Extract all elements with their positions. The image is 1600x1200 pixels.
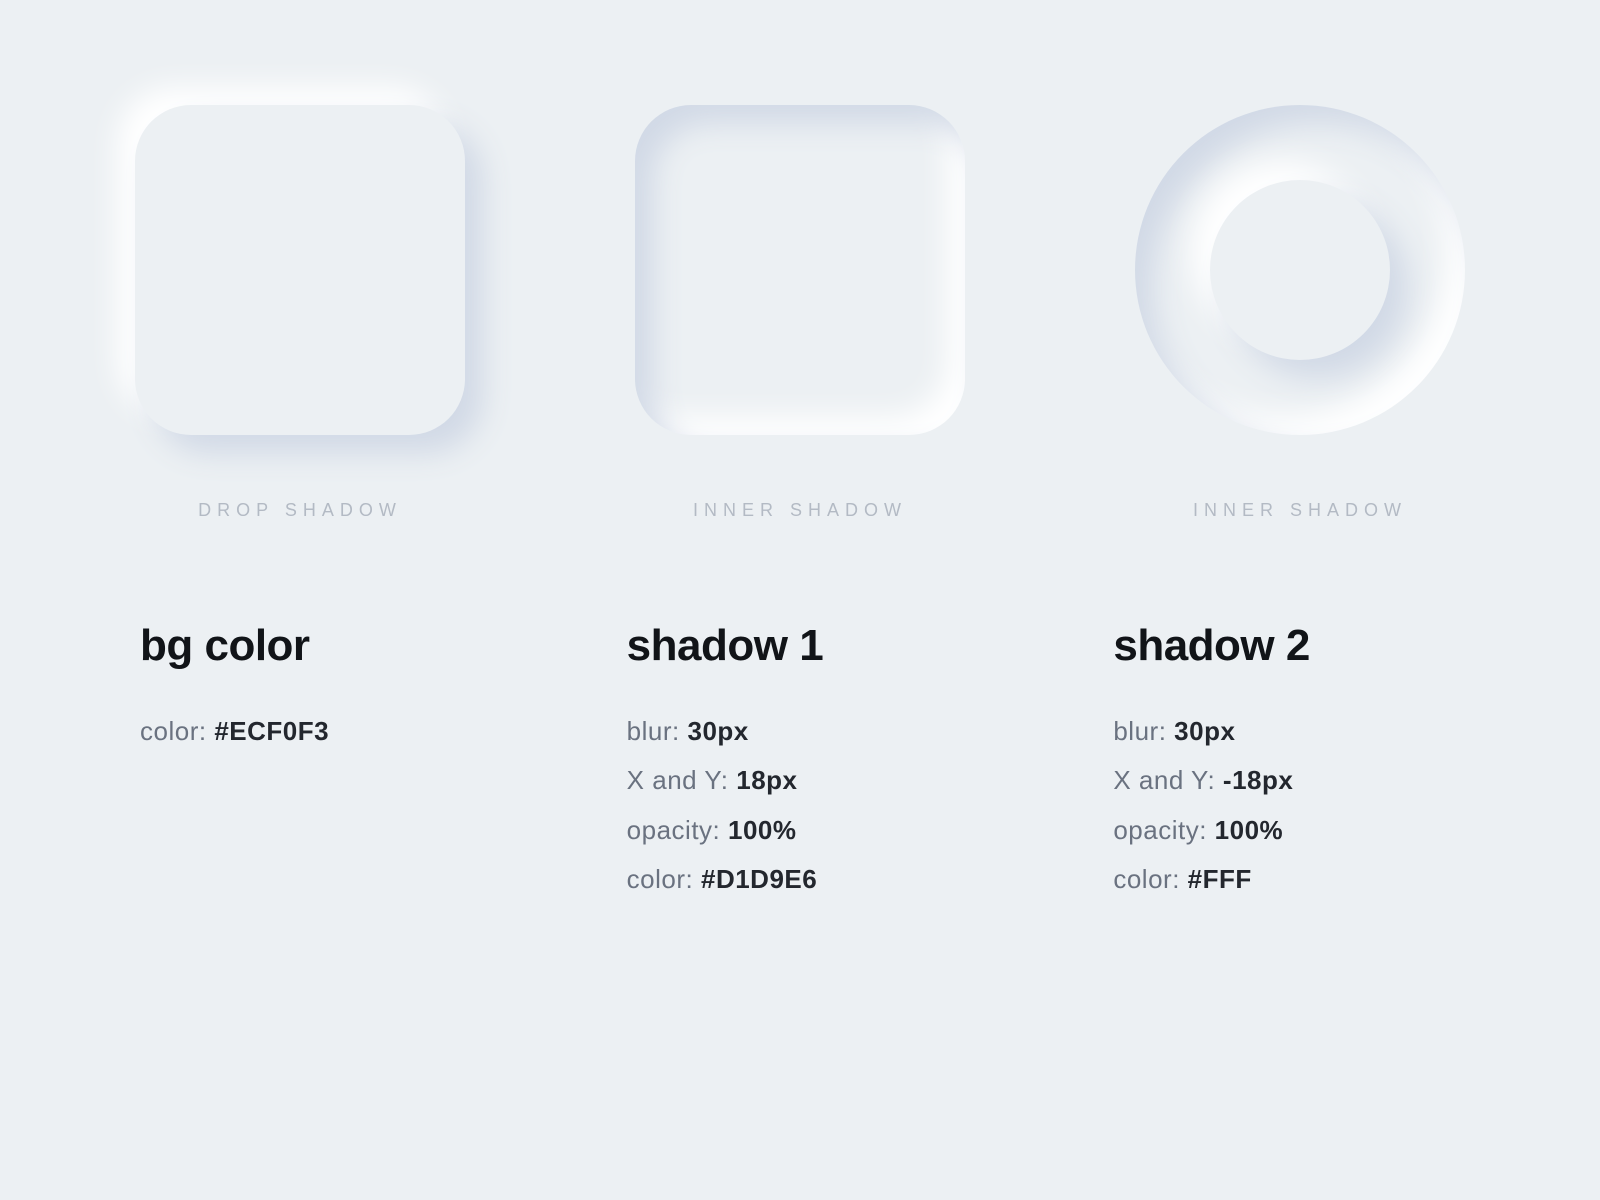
spec-s1-title: shadow 1: [627, 621, 1014, 671]
spec-label: color:: [140, 716, 214, 746]
neumorphism-spec-sheet: DROP SHADOW INNER SHADOW INNER SHADOW bg…: [0, 0, 1600, 1200]
spec-label: color:: [627, 864, 701, 894]
spec-s2-blur: blur: 30px: [1113, 707, 1500, 756]
caption-inner-shadow-1: INNER SHADOW: [693, 500, 907, 521]
spec-shadow-1: shadow 1 blur: 30px X and Y: 18px opacit…: [627, 621, 1014, 905]
spec-bg-title: bg color: [140, 621, 527, 671]
spec-value: 100%: [728, 815, 797, 845]
spec-value: 30px: [1174, 716, 1235, 746]
raised-square: [135, 105, 465, 435]
spec-value: 18px: [736, 765, 797, 795]
ring-outer: [1135, 105, 1465, 435]
caption-inner-shadow-2: INNER SHADOW: [1193, 500, 1407, 521]
ring-hole: [1210, 180, 1390, 360]
caption-drop-shadow: DROP SHADOW: [198, 500, 402, 521]
spec-value: 30px: [687, 716, 748, 746]
shape-row: DROP SHADOW INNER SHADOW INNER SHADOW: [100, 100, 1500, 521]
spec-shadow-2: shadow 2 blur: 30px X and Y: -18px opaci…: [1113, 621, 1500, 905]
shape-example-pressed: [630, 100, 970, 440]
spec-value: #D1D9E6: [701, 864, 817, 894]
spec-s2-color: color: #FFF: [1113, 855, 1500, 904]
drop-shadow-column: DROP SHADOW: [100, 100, 500, 521]
spec-value: #FFF: [1188, 864, 1252, 894]
spec-value: #ECF0F3: [214, 716, 329, 746]
spec-s1-color: color: #D1D9E6: [627, 855, 1014, 904]
spec-row: bg color color: #ECF0F3 shadow 1 blur: 3…: [100, 621, 1500, 905]
spec-bg-color: bg color color: #ECF0F3: [140, 621, 527, 905]
spec-s1-blur: blur: 30px: [627, 707, 1014, 756]
spec-s2-opacity: opacity: 100%: [1113, 806, 1500, 855]
spec-label: X and Y:: [1113, 765, 1223, 795]
spec-label: opacity:: [627, 815, 728, 845]
inner-shadow-ring-column: INNER SHADOW: [1100, 100, 1500, 521]
spec-label: blur:: [1113, 716, 1174, 746]
shape-example-ring: [1130, 100, 1470, 440]
spec-s1-opacity: opacity: 100%: [627, 806, 1014, 855]
pressed-square: [635, 105, 965, 435]
inner-shadow-square-column: INNER SHADOW: [600, 100, 1000, 521]
spec-label: opacity:: [1113, 815, 1214, 845]
spec-label: color:: [1113, 864, 1187, 894]
spec-s2-xy: X and Y: -18px: [1113, 756, 1500, 805]
spec-label: blur:: [627, 716, 688, 746]
spec-s1-xy: X and Y: 18px: [627, 756, 1014, 805]
shape-example-raised: [130, 100, 470, 440]
spec-value: -18px: [1223, 765, 1293, 795]
spec-label: X and Y:: [627, 765, 737, 795]
spec-s2-title: shadow 2: [1113, 621, 1500, 671]
spec-bg-color-line: color: #ECF0F3: [140, 707, 527, 756]
spec-value: 100%: [1215, 815, 1284, 845]
